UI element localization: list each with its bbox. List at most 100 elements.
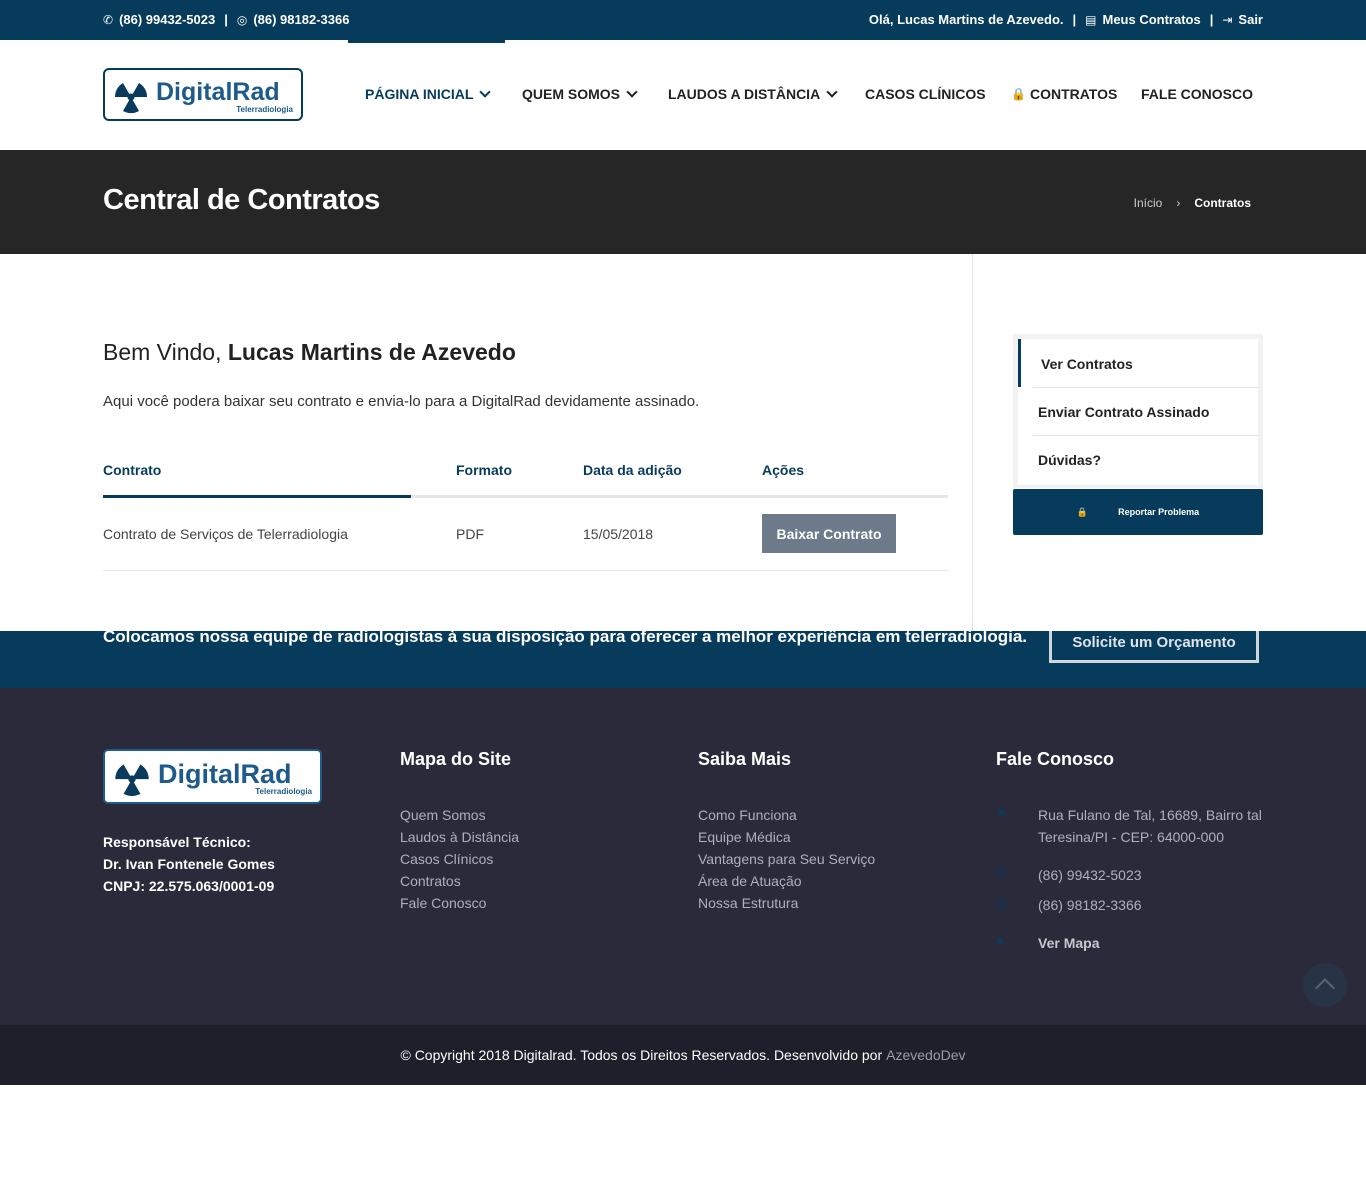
footer-link[interactable]: Vantagens para Seu Serviço	[698, 848, 875, 870]
top-phone-2[interactable]: (86) 98182-3366	[253, 12, 349, 27]
chevron-down-icon	[826, 86, 838, 98]
address-line-1: Rua Fulano de Tal, 16689, Bairro tal	[1038, 807, 1262, 823]
top-bar: ✆ (86) 99432-5023 | ◎ (86) 98182-3366 Ol…	[0, 0, 1366, 40]
sidebar-active-indicator	[1018, 339, 1021, 387]
sitemap-links: Quem Somos Laudos à Distância Casos Clín…	[400, 804, 519, 914]
nav-home[interactable]: PÁGINA INICIAL	[365, 86, 492, 102]
footer-link[interactable]: Equipe Médica	[698, 826, 875, 848]
brand-tagline: Telerradiologia	[236, 105, 293, 114]
footer-link[interactable]: Laudos à Distância	[400, 826, 519, 848]
more-title: Saiba Mais	[698, 749, 792, 769]
footer-link[interactable]: Quem Somos	[400, 804, 519, 826]
sidebar-divider	[1033, 387, 1258, 388]
cell-date: 15/05/2018	[583, 526, 654, 542]
footer-link[interactable]: Como Funciona	[698, 804, 875, 826]
download-contract-button[interactable]: Baixar Contrato	[762, 514, 896, 553]
request-quote-button[interactable]: Solicite um Orçamento	[1049, 631, 1259, 663]
whatsapp-icon: ◎	[236, 12, 248, 27]
footer-link[interactable]: Casos Clínicos	[400, 848, 519, 870]
nav-cases[interactable]: CASOS CLÍNICOS	[865, 86, 986, 102]
breadcrumb: Início › Contratos	[1134, 196, 1251, 210]
top-contacts: ✆ (86) 99432-5023 | ◎ (86) 98182-3366	[103, 12, 349, 27]
chevron-down-icon	[626, 86, 638, 98]
nav-home-label: PÁGINA INICIAL	[365, 86, 474, 102]
chevron-up-icon	[1315, 978, 1335, 998]
nav-contact-label: FALE CONOSCO	[1141, 86, 1254, 102]
footer-link[interactable]: Contratos	[400, 870, 519, 892]
top-phone-1[interactable]: (86) 99432-5023	[119, 12, 215, 27]
column-header-actions: Ações	[762, 462, 805, 478]
cell-contract-name: Contrato de Serviços de Telerradiologia	[103, 526, 348, 542]
view-map-link[interactable]: Ver Mapa	[1038, 932, 1099, 954]
logout-link[interactable]: Sair	[1238, 12, 1263, 27]
my-contracts-link[interactable]: Meus Contratos	[1102, 12, 1200, 27]
report-problem-button[interactable]: 🔒 Reportar Problema	[1013, 489, 1263, 535]
welcome-prefix: Bem Vindo,	[103, 339, 222, 365]
separator: |	[1209, 12, 1214, 27]
developer-link[interactable]: AzevedoDev	[886, 1047, 965, 1063]
cta-band: Colocamos nossa equipe de radiologistas …	[0, 631, 1366, 688]
page-title-band: Central de Contratos Início › Contratos	[0, 150, 1366, 254]
footer-link[interactable]: Fale Conosco	[400, 892, 519, 914]
sidebar-divider	[1033, 435, 1258, 436]
scroll-to-top-button[interactable]	[1303, 963, 1347, 1007]
contact-phone-1-text[interactable]: (86) 99432-5023	[1038, 864, 1142, 886]
sorted-column-indicator	[103, 495, 411, 498]
footer-link[interactable]: Nossa Estrutura	[698, 892, 875, 914]
footer-link[interactable]: Área de Atuação	[698, 870, 875, 892]
address-line-2: Teresina/PI - CEP: 64000-000	[1038, 829, 1224, 845]
column-header-date[interactable]: Data da adição	[583, 462, 682, 478]
lock-icon: 🔒	[1076, 506, 1089, 517]
nav-contracts[interactable]: 🔒 CONTRATOS	[1011, 86, 1117, 102]
sidebar-item-view-contracts[interactable]: Ver Contratos	[1041, 356, 1133, 372]
sidebar-item-send-contract[interactable]: Enviar Contrato Assinado	[1038, 404, 1209, 420]
breadcrumb-home[interactable]: Início	[1134, 196, 1163, 210]
separator: |	[1072, 12, 1077, 27]
column-header-format[interactable]: Formato	[456, 462, 512, 478]
user-greeting: Olá, Lucas Martins de Azevedo.	[868, 12, 1064, 27]
report-problem-label: Reportar Problema	[1118, 507, 1200, 517]
book-icon: ▤	[1085, 12, 1097, 27]
brand-name: DigitalRad	[158, 759, 292, 789]
nav-about-label: QUEM SOMOS	[522, 86, 621, 102]
contact-title: Fale Conosco	[996, 749, 1115, 769]
logout-icon: ⇥	[1222, 12, 1233, 27]
phone-icon: ✆	[103, 12, 114, 27]
column-header-contract[interactable]: Contrato	[103, 462, 161, 478]
welcome-user-name: Lucas Martins de Azevedo	[227, 339, 516, 365]
whatsapp-icon: ◎	[996, 894, 1009, 910]
nav-remote[interactable]: LAUDOS A DISTÂNCIA	[668, 86, 838, 102]
copyright-bar: © Copyright 2018 Digitalrad. Todos os Di…	[0, 1025, 1366, 1085]
sitemap-title: Mapa do Site	[400, 749, 512, 769]
cell-format: PDF	[456, 526, 484, 542]
resp-title: Responsável Técnico:	[103, 834, 251, 850]
nav-contact[interactable]: FALE CONOSCO	[1141, 86, 1253, 102]
radiation-icon	[115, 763, 149, 796]
technical-responsible: Responsável Técnico: Dr. Ivan Fontenele …	[103, 831, 275, 897]
breadcrumb-current: Contratos	[1194, 196, 1251, 210]
page-title: Central de Contratos	[103, 184, 380, 216]
nav-active-indicator	[348, 40, 505, 43]
separator: |	[224, 12, 228, 27]
breadcrumb-separator: ›	[1176, 196, 1181, 210]
nav-about[interactable]: QUEM SOMOS	[522, 86, 638, 102]
site-header: DigitalRad Telerradiologia PÁGINA INICIA…	[0, 40, 1366, 150]
column-divider	[972, 254, 973, 631]
brand-tagline: Telerradiologia	[255, 787, 312, 796]
sidebar-item-faq[interactable]: Dúvidas?	[1038, 452, 1101, 468]
site-footer: DigitalRad Telerradiologia Responsável T…	[0, 688, 1366, 1025]
main-nav: PÁGINA INICIAL QUEM SOMOS LAUDOS A DISTÂ…	[0, 86, 1366, 106]
resp-name: Dr. Ivan Fontenele Gomes	[103, 856, 275, 872]
footer-logo[interactable]: DigitalRad Telerradiologia	[103, 749, 322, 804]
row-divider	[103, 570, 948, 571]
nav-contracts-label: CONTRATOS	[1029, 86, 1118, 102]
cnpj: CNPJ: 22.575.063/0001-09	[103, 878, 275, 894]
cta-text: Colocamos nossa equipe de radiologistas …	[103, 631, 1027, 646]
lock-icon: 🔒	[1011, 87, 1026, 101]
contact-phone-2-text[interactable]: (86) 98182-3366	[1038, 894, 1142, 916]
nav-remote-label: LAUDOS A DISTÂNCIA	[668, 86, 821, 102]
phone-icon: ✆	[996, 864, 1008, 880]
location-arrow-icon: ➤	[996, 804, 1008, 820]
chevron-down-icon	[479, 86, 492, 98]
copyright-text: © Copyright 2018 Digitalrad. Todos os Di…	[400, 1047, 883, 1063]
